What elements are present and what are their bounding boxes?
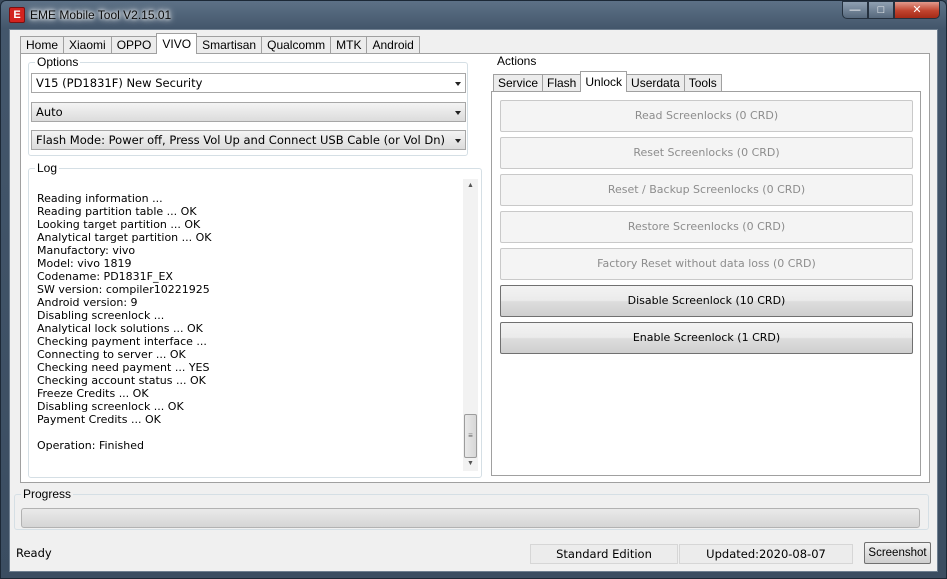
log-group: Log Reading information ... Reading parti… xyxy=(28,161,482,479)
subtab-tools[interactable]: Tools xyxy=(683,74,722,92)
chevron-down-icon xyxy=(455,111,461,115)
updated-label: Updated:2020-08-07 xyxy=(679,544,853,564)
log-line: Codename: PD1831F_EX xyxy=(37,270,173,283)
log-line: Reading information ... xyxy=(37,192,163,205)
options-group: Options V15 (PD1831F) New Security Auto … xyxy=(28,55,468,156)
progress-group: Progress xyxy=(14,487,929,530)
title-bar[interactable]: E EME Mobile Tool V2.15.01 — □ ✕ xyxy=(1,1,946,29)
log-line: Model: vivo 1819 xyxy=(37,257,132,270)
window-title: EME Mobile Tool V2.15.01 xyxy=(30,8,172,22)
log-line: Looking target partition ... OK xyxy=(37,218,201,231)
flash-mode-select[interactable]: Flash Mode: Power off, Press Vol Up and … xyxy=(31,130,466,150)
log-line: Manufactory: vivo xyxy=(37,244,136,257)
vivo-tab-panel: Options V15 (PD1831F) New Security Auto … xyxy=(20,53,930,483)
tab-qualcomm[interactable]: Qualcomm xyxy=(261,36,332,54)
log-line: Connecting to server ... OK xyxy=(37,348,186,361)
maximize-button[interactable]: □ xyxy=(868,1,894,19)
log-line: Checking need payment ... YES xyxy=(37,361,210,374)
log-line: Checking payment interface ... xyxy=(37,335,207,348)
progress-label: Progress xyxy=(21,487,74,501)
subtab-userdata[interactable]: Userdata xyxy=(626,74,685,92)
restore-screenlocks-button[interactable]: Restore Screenlocks (0 CRD) xyxy=(500,211,913,243)
log-line: Checking account status ... OK xyxy=(37,374,206,387)
log-label: Log xyxy=(35,161,60,175)
scroll-up-icon[interactable]: ▲ xyxy=(463,179,478,193)
close-button[interactable]: ✕ xyxy=(894,1,940,19)
client-area: Home Xiaomi OPPO VIVO Smartisan Qualcomm MTK An… xyxy=(9,29,938,572)
main-tab-strip: Home Xiaomi OPPO VIVO Smartisan Qualcomm MTK An… xyxy=(20,33,420,54)
tab-smartisan[interactable]: Smartisan xyxy=(196,36,263,54)
tab-home[interactable]: Home xyxy=(20,36,65,54)
log-line: Analytical target partition ... OK xyxy=(37,231,212,244)
actions-group: Actions Service Flash Unlock Userdata Tools … xyxy=(491,54,923,476)
subtab-service[interactable]: Service xyxy=(493,74,544,92)
window-controls: — □ ✕ xyxy=(842,1,940,21)
status-bar: Ready Standard Edition Updated:2020-08-0… xyxy=(12,542,937,566)
log-line: Reading partition table ... OK xyxy=(37,205,197,218)
log-line: Freeze Credits ... OK xyxy=(37,387,149,400)
status-text: Ready xyxy=(16,546,52,560)
log-line: Payment Credits ... OK xyxy=(37,413,161,426)
log-scrollbar[interactable]: ▲ ≡ ▼ xyxy=(463,179,478,471)
reset-backup-screenlocks-button[interactable]: Reset / Backup Screenlocks (0 CRD) xyxy=(500,174,913,206)
unlock-tab-panel: Read Screenlocks (0 CRD) Reset Screenlock… xyxy=(491,91,921,476)
options-label: Options xyxy=(35,55,81,69)
log-line: Operation: Finished xyxy=(37,439,145,452)
screenshot-button[interactable]: Screenshot xyxy=(864,542,931,564)
disable-screenlock-button[interactable]: Disable Screenlock (10 CRD) xyxy=(500,285,913,317)
chevron-down-icon xyxy=(455,139,461,143)
subtab-unlock[interactable]: Unlock xyxy=(580,71,628,92)
minimize-button[interactable]: — xyxy=(842,1,868,19)
log-line: Disabling screenlock ... xyxy=(37,309,165,322)
tab-mtk[interactable]: MTK xyxy=(330,36,368,54)
tab-oppo[interactable]: OPPO xyxy=(110,36,158,54)
model-select[interactable]: V15 (PD1831F) New Security xyxy=(31,73,466,93)
log-line: Android version: 9 xyxy=(37,296,138,309)
read-screenlocks-button[interactable]: Read Screenlocks (0 CRD) xyxy=(500,100,913,132)
action-tab-strip: Service Flash Unlock Userdata Tools xyxy=(493,71,722,92)
log-line: Analytical lock solutions ... OK xyxy=(37,322,203,335)
tab-android[interactable]: Android xyxy=(366,36,420,54)
mode-select[interactable]: Auto xyxy=(31,102,466,122)
log-output[interactable]: Reading information ... Reading partition… xyxy=(30,179,461,479)
subtab-flash[interactable]: Flash xyxy=(542,74,582,92)
tab-vivo[interactable]: VIVO xyxy=(156,33,198,54)
mode-select-value: Auto xyxy=(36,105,63,119)
tab-xiaomi[interactable]: Xiaomi xyxy=(63,36,112,54)
scroll-down-icon[interactable]: ▼ xyxy=(463,457,478,471)
log-line: SW version: compiler10221925 xyxy=(37,283,210,296)
reset-screenlocks-button[interactable]: Reset Screenlocks (0 CRD) xyxy=(500,137,913,169)
actions-label: Actions xyxy=(495,54,539,68)
chevron-down-icon xyxy=(455,82,461,86)
log-line: Disabling screenlock ... OK xyxy=(37,400,184,413)
model-select-value: V15 (PD1831F) New Security xyxy=(36,76,203,90)
flash-mode-select-value: Flash Mode: Power off, Press Vol Up and … xyxy=(36,133,445,147)
app-logo-icon: E xyxy=(9,7,25,23)
enable-screenlock-button[interactable]: Enable Screenlock (1 CRD) xyxy=(500,322,913,354)
progress-bar xyxy=(21,508,920,528)
scroll-thumb[interactable]: ≡ xyxy=(464,414,477,458)
edition-label: Standard Edition xyxy=(530,544,678,564)
factory-reset-without-data-loss-button[interactable]: Factory Reset without data loss (0 CRD) xyxy=(500,248,913,280)
app-window: E EME Mobile Tool V2.15.01 — □ ✕ Home Xia… xyxy=(0,0,947,579)
